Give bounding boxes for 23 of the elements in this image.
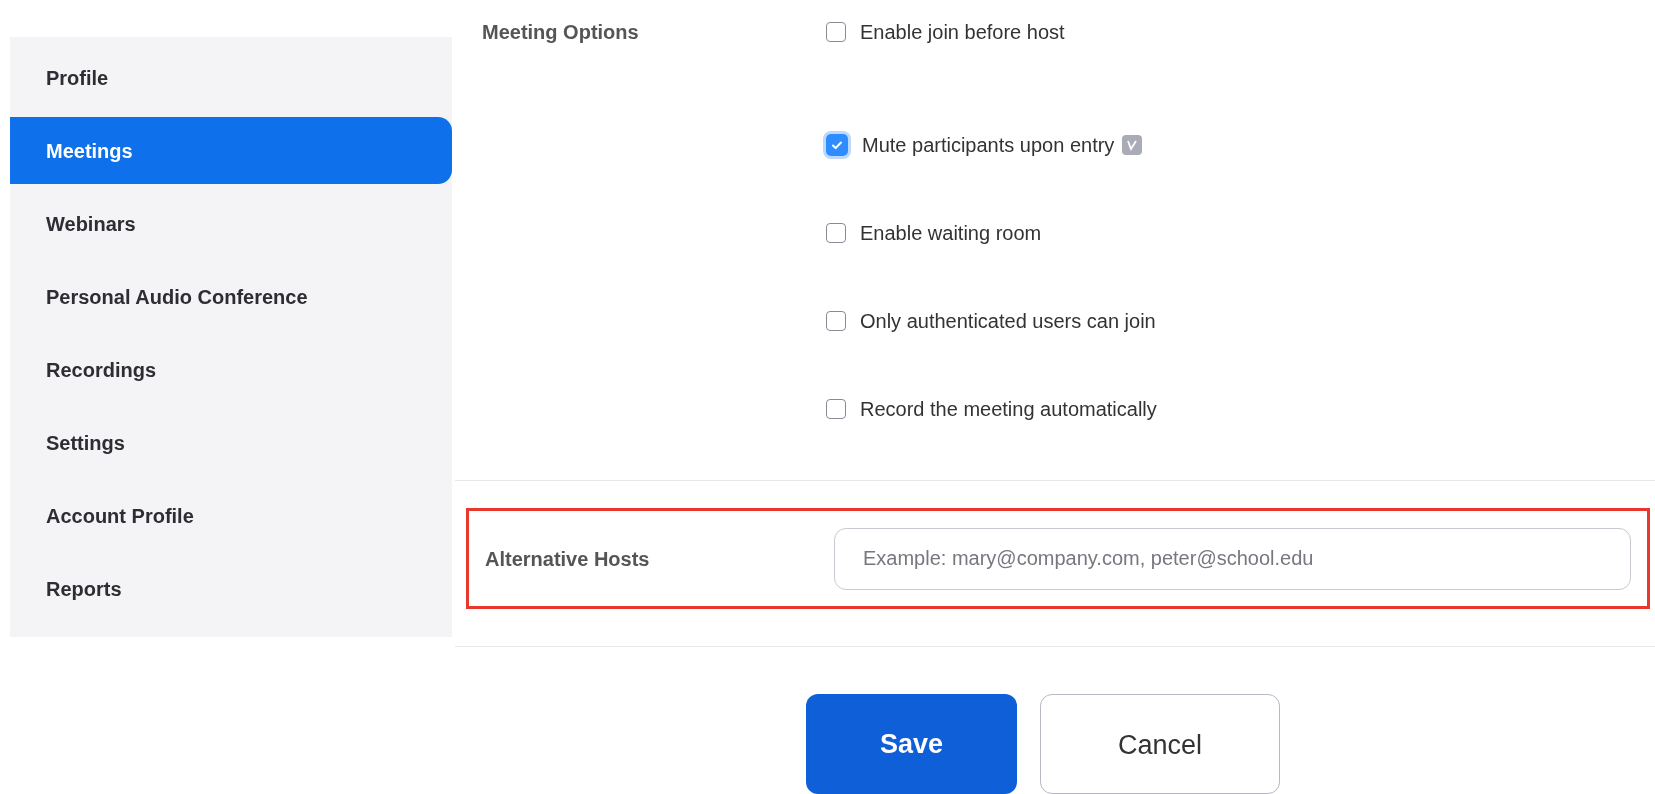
sidebar-item[interactable]: Profile	[10, 44, 452, 111]
sidebar-item[interactable]: Settings	[10, 409, 452, 476]
option-label: Mute participants upon entry	[862, 133, 1115, 158]
option-label: Enable waiting room	[860, 221, 1042, 246]
section-label: Meeting Options	[482, 20, 640, 45]
field-label: Alternative Hosts	[485, 546, 651, 572]
checkbox[interactable]	[826, 223, 846, 243]
sidebar-item[interactable]: Webinars	[10, 190, 452, 257]
cancel-button[interactable]: Cancel	[1040, 694, 1280, 794]
sidebar-item[interactable]: Reports	[10, 555, 452, 622]
option-label: Record the meeting automatically	[860, 397, 1157, 422]
option-label: Only authenticated users can join	[860, 309, 1156, 334]
checkbox[interactable]	[826, 22, 846, 42]
input-field[interactable]: Example: mary@company.com, peter@school.edu	[834, 527, 1631, 590]
checkbox[interactable]	[826, 311, 846, 331]
option-label: Enable join before host	[860, 20, 1065, 45]
sidebar-item[interactable]: Account Profile	[10, 482, 452, 549]
sidebar-item[interactable]: Meetings	[10, 117, 452, 184]
checkbox[interactable]	[826, 134, 848, 156]
save-button[interactable]: Save	[806, 694, 1017, 794]
sidebar-item[interactable]: Personal Audio Conference	[10, 263, 452, 330]
sidebar-item[interactable]: Recordings	[10, 336, 452, 403]
checkbox[interactable]	[826, 399, 846, 419]
